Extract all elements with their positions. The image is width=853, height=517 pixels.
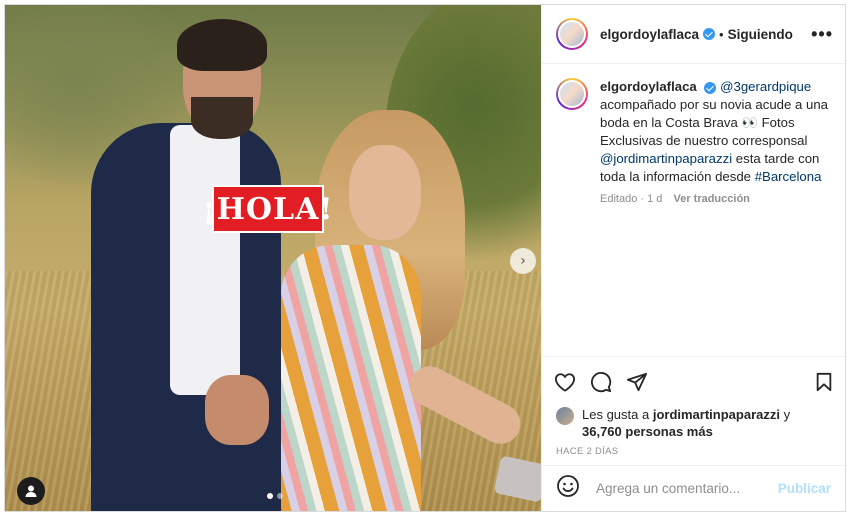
woman-dress [281, 245, 421, 511]
publish-button[interactable]: Publicar [778, 481, 831, 496]
comment-bar: Publicar [542, 465, 845, 511]
caption-area: elgordoylaflaca @3gerardpique acompañado… [542, 64, 845, 356]
post-timestamp: HACE 2 DÍAS [556, 446, 619, 457]
header-username[interactable]: elgordoylaflaca [600, 27, 699, 42]
verified-badge-icon [703, 28, 716, 40]
mention-link[interactable]: @jordimartinpaparazzi [600, 151, 732, 166]
avatar[interactable] [556, 18, 588, 50]
man-shirt [170, 125, 240, 395]
edited-label: Editado [600, 193, 638, 205]
likes-summary: Les gusta a jordimartinpaparazzi y 36,76… [542, 406, 845, 440]
likes-prefix: Les gusta a [582, 407, 653, 422]
see-translation-link[interactable]: Ver traducción [673, 193, 749, 205]
share-icon[interactable] [626, 372, 648, 392]
carousel-dots [267, 493, 283, 499]
heart-icon[interactable] [554, 372, 576, 392]
chevron-right-icon: › [520, 253, 526, 269]
man-beard [191, 97, 253, 139]
post-age: 1 d [647, 193, 663, 205]
comment-icon[interactable] [590, 371, 612, 393]
carousel-dot [277, 493, 283, 499]
hola-logo: ¡HOLA! [202, 185, 333, 233]
carousel-next-button[interactable]: › [510, 248, 536, 274]
caption-avatar[interactable] [556, 78, 588, 110]
liker-username[interactable]: jordimartinpaparazzi [653, 407, 780, 422]
meta-dot: · [640, 193, 645, 205]
woman-face [349, 145, 421, 240]
caption-username[interactable]: elgordoylaflaca [600, 79, 697, 94]
post-photo[interactable]: ¡HOLA! › [5, 5, 541, 511]
action-bar [542, 356, 845, 406]
caption-meta: Editado · 1 d Ver traducción [600, 193, 832, 205]
post-header: elgordoylaflaca • Siguiendo ••• [542, 5, 845, 64]
following-button[interactable]: Siguiendo [728, 27, 793, 42]
man-hair [177, 19, 267, 71]
comment-input[interactable] [594, 480, 778, 497]
verified-badge-icon [704, 81, 717, 94]
mention-link[interactable]: @3gerardpique [720, 79, 811, 94]
likes-middle: y [779, 407, 791, 422]
man-hand [205, 375, 269, 445]
ellipsis-icon[interactable]: ••• [811, 24, 833, 45]
likes-count[interactable]: 36,760 personas más [582, 424, 713, 439]
hashtag-link[interactable]: #Barcelona [755, 169, 822, 184]
user-icon [25, 485, 37, 497]
post-side-panel: elgordoylaflaca • Siguiendo ••• elgordoy… [541, 5, 845, 511]
separator-dot: • [719, 26, 724, 42]
smiley-icon[interactable] [556, 474, 580, 503]
tagged-users-button[interactable] [17, 477, 45, 505]
liker-avatar[interactable] [556, 407, 574, 425]
caption-body: acompañado por su novia acude a una boda… [600, 97, 829, 148]
post-modal: ¡HOLA! › elgordoylaflaca • Siguiendo ••• [4, 4, 846, 512]
caption-text: elgordoylaflaca @3gerardpique acompañado… [600, 78, 832, 186]
carousel-dot-active [267, 493, 273, 499]
bookmark-icon[interactable] [815, 372, 833, 392]
